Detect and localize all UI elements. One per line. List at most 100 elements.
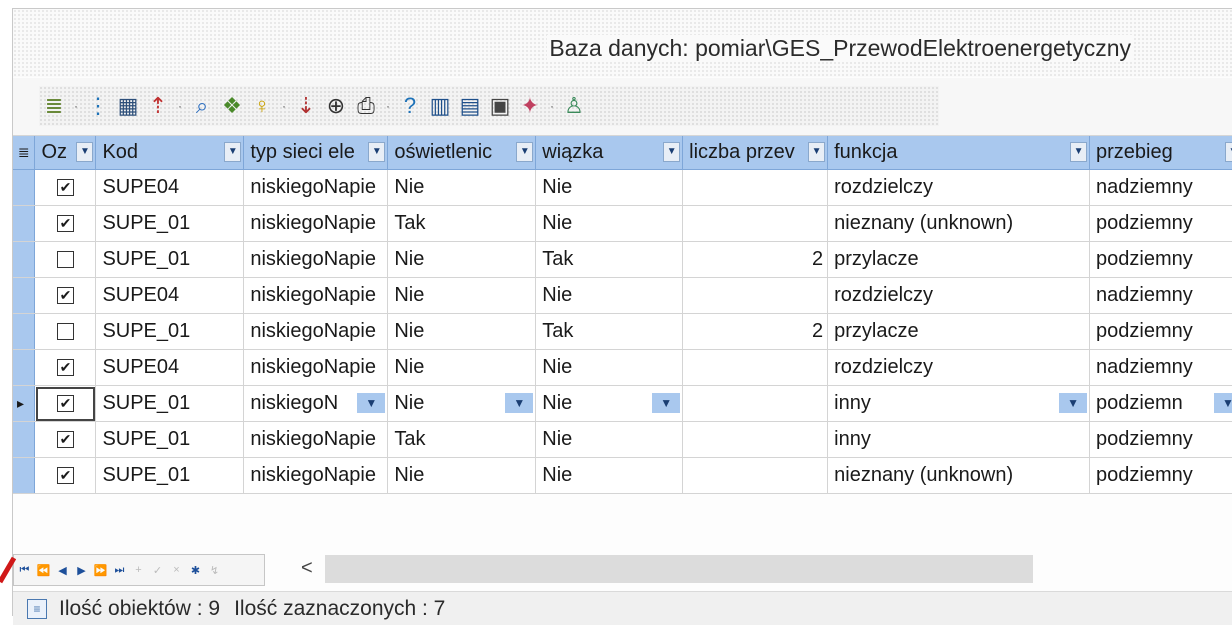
cell-funkcja[interactable]: rozdzielczy [827,277,1091,314]
cell-wiazka[interactable]: Nie [535,421,684,458]
row-checkbox-cell[interactable] [34,241,97,278]
column-header-oswietlenie[interactable]: oświetlenic ▼ [387,136,537,170]
data-grid[interactable]: ≣ Oz ▼ Kod ▼ typ sieci ele ▼ oświetlenic ▼ w… [13,136,1232,494]
cell-dropdown-icon[interactable]: ▼ [1059,393,1088,413]
toolbar-dropdown-icon[interactable]: · [69,90,83,122]
cell-wiazka[interactable]: Nie [535,277,684,314]
cell-przebieg[interactable]: podziemn ▼ [1089,385,1232,422]
cell-typ-sieci[interactable]: niskiegoNapie [243,169,389,206]
column-header-liczba[interactable]: liczba przev ▼ [682,136,829,170]
cell-dropdown-icon[interactable]: ▼ [357,393,386,413]
cell-przebieg[interactable]: podziemny [1089,313,1232,350]
cell-kod[interactable]: SUPE_01 [95,205,245,242]
column-header-przebieg[interactable]: przebieg▼ [1089,136,1232,170]
row-checkbox-cell[interactable]: ✔ [34,277,97,314]
xyh-icon[interactable]: ⇣ [291,90,321,122]
nav-star-button[interactable]: ✱ [187,564,204,577]
table-row[interactable]: SUPE_01 niskiegoNapie Nie Tak 2 przylacze podz… [13,241,1232,278]
export-icon[interactable]: ⇡ [143,90,173,122]
nav-next-page-button[interactable]: ⏩ [92,564,109,577]
zoom-icon[interactable]: ⊕ [321,90,351,122]
cell-oswietlenie[interactable]: Nie [387,457,537,494]
cell-przebieg[interactable]: podziemny [1089,241,1232,278]
table-row[interactable]: ✔ SUPE_01 niskiegoNapie Tak Nie inny podziemny [13,421,1232,458]
row-checkbox[interactable]: ✔ [56,179,74,197]
row-indicator[interactable] [13,169,36,206]
tree-view-icon[interactable]: ⋮ [83,90,113,122]
cell-funkcja[interactable]: przylacze [827,241,1091,278]
cell-liczba[interactable] [682,277,829,314]
filter-dropdown-icon[interactable]: ▼ [663,142,681,162]
select-all-header[interactable]: ≣ [13,136,36,170]
cell-kod[interactable]: SUPE_01 [95,385,245,422]
row-checkbox-cell[interactable]: ✔ [34,421,97,458]
cell-wiazka[interactable]: Nie [535,457,684,494]
row-checkbox[interactable]: ✔ [56,467,74,485]
cell-oswietlenie[interactable]: Nie ▼ [387,385,537,422]
row-indicator[interactable] [13,457,36,494]
row-indicator[interactable] [13,205,36,242]
table-row[interactable]: ✔ SUPE_01 niskiegoNapie Nie Nie nieznany (unk… [13,457,1232,494]
cell-oswietlenie[interactable]: Tak [387,421,537,458]
row-checkbox[interactable]: ✔ [56,359,74,377]
cell-liczba[interactable]: 2 [682,241,829,278]
cell-oswietlenie[interactable]: Nie [387,241,537,278]
cell-funkcja[interactable]: inny ▼ [827,385,1091,422]
row-checkbox-cell[interactable]: ✔ [34,385,97,422]
cell-kod[interactable]: SUPE04 [95,349,245,386]
nav-filter-button[interactable]: ↯ [206,564,223,577]
cell-kod[interactable]: SUPE_01 [95,241,245,278]
cell-liczba[interactable] [682,385,829,422]
column-header-oz[interactable]: Oz ▼ [34,136,97,170]
bulb-icon[interactable]: ♀ [247,90,277,122]
row-indicator[interactable] [13,313,36,350]
cell-typ-sieci[interactable]: niskiegoN ▼ [243,385,389,422]
user-icon[interactable]: ♙ [559,90,589,122]
cell-kod[interactable]: SUPE_01 [95,421,245,458]
cell-liczba[interactable] [682,349,829,386]
help-icon[interactable]: ? [395,90,425,122]
cell-typ-sieci[interactable]: niskiegoNapie [243,349,389,386]
cell-wiazka[interactable]: Tak [535,241,684,278]
horizontal-scrollbar[interactable] [325,555,1033,583]
cell-przebieg[interactable]: nadziemny [1089,277,1232,314]
row-checkbox-cell[interactable]: ✔ [34,205,97,242]
toolbar-dropdown-icon[interactable]: · [381,90,395,122]
cell-typ-sieci[interactable]: niskiegoNapie [243,277,389,314]
table-row[interactable]: ✔ SUPE04 niskiegoNapie Nie Nie rozdzielczy nad… [13,169,1232,206]
cell-oswietlenie[interactable]: Tak [387,205,537,242]
cell-typ-sieci[interactable]: niskiegoNapie [243,421,389,458]
cell-dropdown-icon[interactable]: ▼ [1214,393,1232,413]
table-row[interactable]: ✔ SUPE04 niskiegoNapie Nie Nie rozdzielczy nad… [13,277,1232,314]
filter-dropdown-icon[interactable]: ▼ [1070,142,1088,162]
cell-oswietlenie[interactable]: Nie [387,349,537,386]
cell-funkcja[interactable]: nieznany (unknown) [827,205,1091,242]
columns-edit-icon[interactable]: ▤ [455,90,485,122]
cell-wiazka[interactable]: Nie [535,169,684,206]
cell-funkcja[interactable]: rozdzielczy [827,349,1091,386]
row-checkbox[interactable]: ✔ [56,395,74,413]
table-row[interactable]: ▸ ✔ SUPE_01 niskiegoN ▼ Nie ▼ Nie ▼ inny ▼ podziemn… [13,385,1232,422]
list-view-icon[interactable]: ≣ [39,90,69,122]
nav-prev-page-button[interactable]: ⏪ [35,564,52,577]
row-checkbox[interactable]: ✔ [56,287,74,305]
table-view-icon[interactable]: ▦ [113,90,143,122]
toolbar-dropdown-icon[interactable]: · [173,90,187,122]
cell-przebieg[interactable]: podziemny [1089,457,1232,494]
cell-wiazka[interactable]: Nie [535,349,684,386]
cell-typ-sieci[interactable]: niskiegoNapie [243,313,389,350]
gml-icon[interactable]: ✦ [515,90,545,122]
toolbar-dropdown-icon[interactable]: · [545,90,559,122]
cell-wiazka[interactable]: Tak [535,313,684,350]
table-row[interactable]: ✔ SUPE_01 niskiegoNapie Tak Nie nieznany (unk… [13,205,1232,242]
cell-funkcja[interactable]: rozdzielczy [827,169,1091,206]
cell-kod[interactable]: SUPE04 [95,169,245,206]
row-checkbox[interactable]: ✔ [56,215,74,233]
cell-kod[interactable]: SUPE04 [95,277,245,314]
cell-kod[interactable]: SUPE_01 [95,313,245,350]
table-row[interactable]: SUPE_01 niskiegoNapie Nie Tak 2 przylacze podz… [13,313,1232,350]
toolbar-dropdown-icon[interactable]: · [277,90,291,122]
cell-przebieg[interactable]: nadziemny [1089,169,1232,206]
cell-typ-sieci[interactable]: niskiegoNapie [243,205,389,242]
cell-przebieg[interactable]: podziemny [1089,205,1232,242]
